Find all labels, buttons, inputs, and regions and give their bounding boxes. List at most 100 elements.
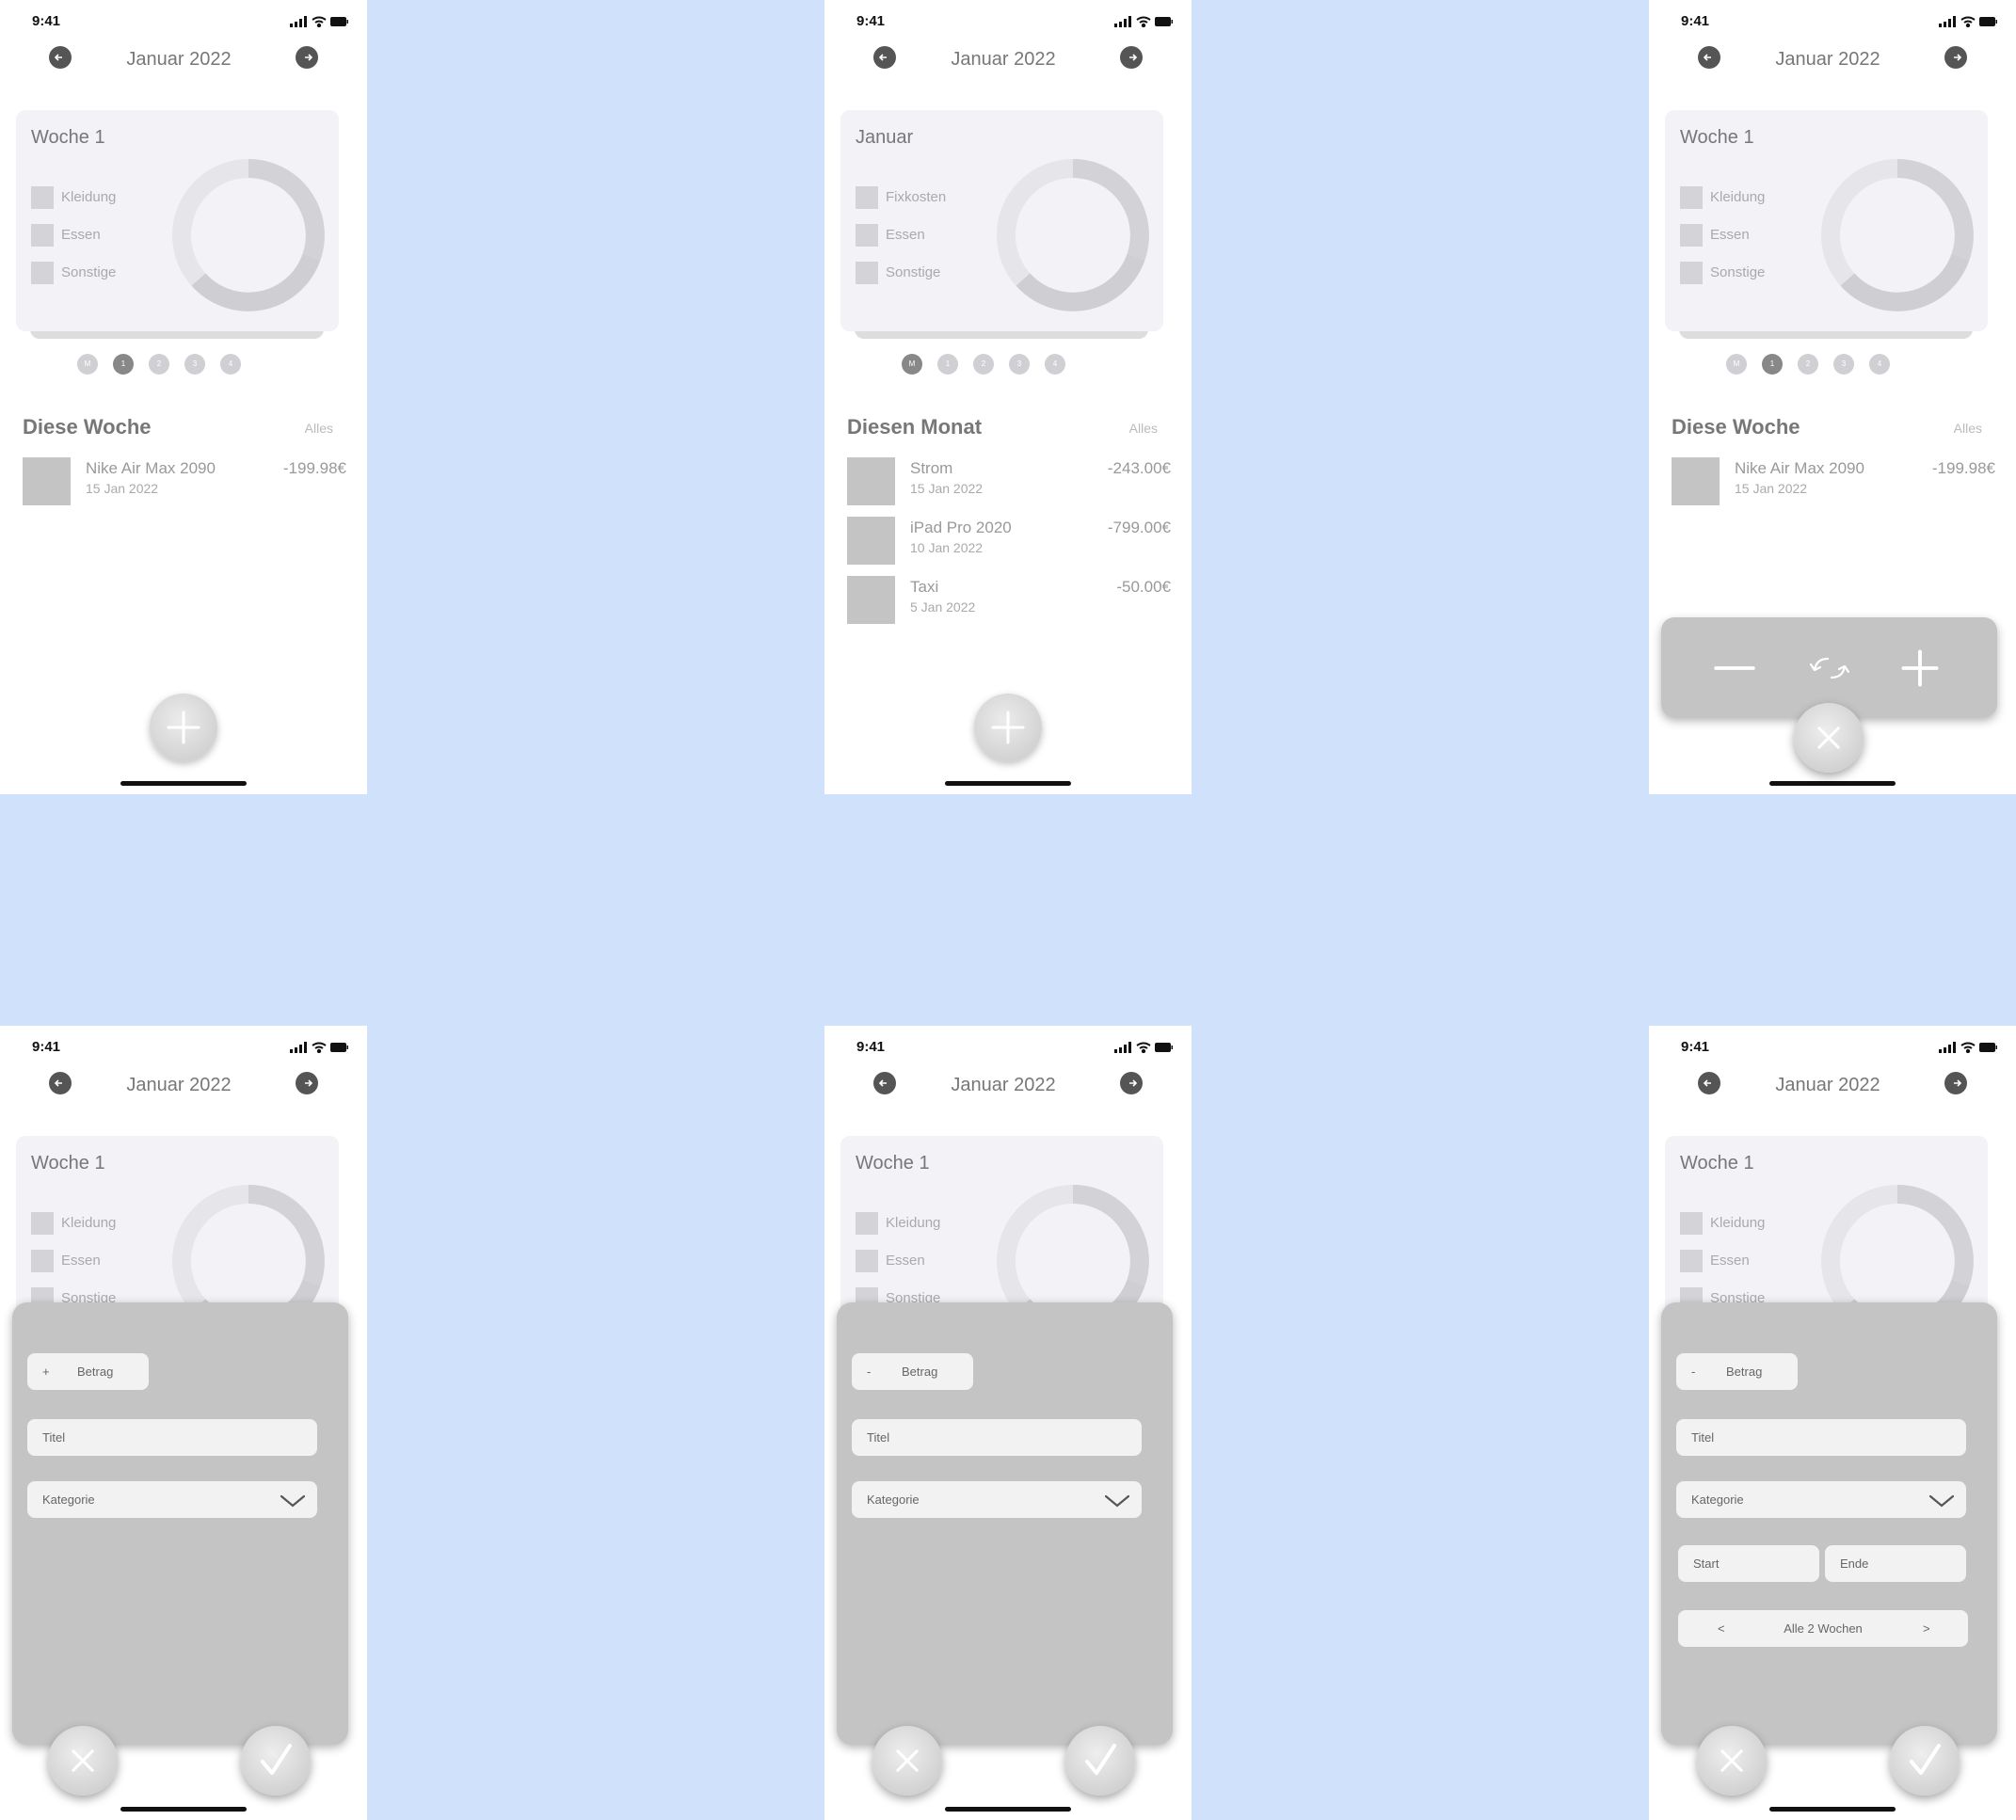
amount-sign: + xyxy=(42,1365,50,1379)
donut-segment xyxy=(1072,1185,1149,1286)
transaction-title: Nike Air Max 2090 xyxy=(1735,459,1864,477)
pager-dot-2[interactable]: 2 xyxy=(1798,354,1818,375)
legend-label: Sonstige xyxy=(1710,264,1766,280)
status-icons xyxy=(290,15,348,32)
legend-swatch xyxy=(31,186,54,209)
pager-dot-4[interactable]: 4 xyxy=(1045,354,1065,375)
next-month-button[interactable] xyxy=(1120,1072,1143,1094)
transaction-form-sheet: + Betrag Titel Kategorie xyxy=(12,1302,348,1745)
pager-dot-2[interactable]: 2 xyxy=(973,354,994,375)
summary-card[interactable]: Woche 1 Kleidung Essen Sonstige xyxy=(16,110,339,331)
next-month-button[interactable] xyxy=(296,1072,318,1094)
summary-card[interactable]: Januar Fixkosten Essen Sonstige xyxy=(840,110,1163,331)
signal-icon xyxy=(1114,16,1131,27)
close-menu-button[interactable] xyxy=(1794,703,1864,773)
donut-chart xyxy=(1821,159,1974,311)
pager-dot-3[interactable]: 3 xyxy=(1833,354,1854,375)
pager-dot-0[interactable]: M xyxy=(1726,354,1747,375)
amount-field[interactable]: - Betrag xyxy=(852,1353,973,1390)
interval-next-button[interactable]: > xyxy=(1923,1621,1930,1636)
signal-icon xyxy=(1939,16,1956,27)
summary-card[interactable]: Woche 1 Kleidung Essen Sonstige xyxy=(1665,110,1988,331)
legend-item: Essen xyxy=(1680,224,1821,247)
status-time: 9:41 xyxy=(1681,13,1710,29)
end-date-field[interactable]: Ende xyxy=(1825,1545,1966,1582)
home-indicator xyxy=(120,1807,247,1812)
category-select[interactable]: Kategorie xyxy=(27,1481,317,1518)
transaction-row[interactable]: Nike Air Max 2090 15 Jan 2022 -199.98€ xyxy=(23,457,346,506)
legend-swatch xyxy=(31,1250,54,1272)
legend-swatch xyxy=(31,224,54,247)
confirm-button[interactable] xyxy=(241,1726,311,1796)
cancel-button[interactable] xyxy=(872,1726,942,1796)
status-time: 9:41 xyxy=(1681,1039,1710,1055)
wifi-icon xyxy=(312,1042,327,1054)
chevron-down-icon[interactable] xyxy=(280,1494,306,1510)
category-select[interactable]: Kategorie xyxy=(1676,1481,1966,1518)
start-date-field[interactable]: Start xyxy=(1678,1545,1819,1582)
legend-label: Essen xyxy=(1710,227,1750,243)
add-transaction-button[interactable] xyxy=(150,694,217,761)
title-placeholder: Titel xyxy=(867,1430,890,1445)
legend-swatch xyxy=(31,1212,54,1235)
chevron-down-icon[interactable] xyxy=(1104,1494,1130,1510)
next-month-button[interactable] xyxy=(1944,1072,1967,1094)
show-all-link[interactable]: Alles xyxy=(1954,421,1982,436)
confirm-button[interactable] xyxy=(1065,1726,1135,1796)
pager-dot-1[interactable]: 1 xyxy=(1762,354,1783,375)
next-month-button[interactable] xyxy=(296,46,318,69)
recurring-arrows-icon xyxy=(1809,657,1850,679)
title-field[interactable]: Titel xyxy=(1676,1419,1966,1456)
transaction-amount: -243.00€ xyxy=(1107,459,1171,477)
wifi-icon xyxy=(1960,1042,1976,1054)
pager-dot-4[interactable]: 4 xyxy=(220,354,241,375)
add-recurring-button[interactable] xyxy=(1807,647,1852,689)
transaction-row[interactable]: Taxi 5 Jan 2022 -50.00€ xyxy=(847,576,1171,625)
confirm-button[interactable] xyxy=(1890,1726,1960,1796)
amount-field[interactable]: + Betrag xyxy=(27,1353,149,1390)
pager-dot-1[interactable]: 1 xyxy=(937,354,958,375)
chevron-down-icon[interactable] xyxy=(1928,1494,1955,1510)
transaction-row[interactable]: Strom 15 Jan 2022 -243.00€ xyxy=(847,457,1171,506)
next-month-button[interactable] xyxy=(1944,46,1967,69)
legend-item: Essen xyxy=(31,224,172,247)
signal-icon xyxy=(1939,1042,1956,1053)
amount-field[interactable]: - Betrag xyxy=(1676,1353,1798,1390)
legend-swatch xyxy=(31,262,54,284)
pager-dot-3[interactable]: 3 xyxy=(184,354,205,375)
pager-dot-3[interactable]: 3 xyxy=(1009,354,1030,375)
title-field[interactable]: Titel xyxy=(852,1419,1142,1456)
add-transaction-button[interactable] xyxy=(974,694,1042,761)
category-select[interactable]: Kategorie xyxy=(852,1481,1142,1518)
show-all-link[interactable]: Alles xyxy=(305,421,333,436)
transaction-row[interactable]: iPad Pro 2020 10 Jan 2022 -799.00€ xyxy=(847,517,1171,566)
pager-dot-4[interactable]: 4 xyxy=(1869,354,1890,375)
transaction-date: 5 Jan 2022 xyxy=(910,599,976,615)
status-icons xyxy=(1114,1041,1173,1058)
add-expense-button[interactable] xyxy=(1714,647,1755,689)
legend-label: Sonstige xyxy=(886,264,941,280)
chevron-down-icon xyxy=(1104,1494,1130,1508)
end-placeholder: Ende xyxy=(1840,1557,1869,1571)
legend-label: Kleidung xyxy=(61,1215,117,1231)
transaction-row[interactable]: Nike Air Max 2090 15 Jan 2022 -199.98€ xyxy=(1672,457,1995,506)
cancel-button[interactable] xyxy=(48,1726,118,1796)
category-placeholder: Kategorie xyxy=(867,1493,920,1507)
add-income-button[interactable] xyxy=(1899,647,1941,689)
legend-item: Sonstige xyxy=(31,262,172,284)
next-month-button[interactable] xyxy=(1120,46,1143,69)
amount-sign: - xyxy=(867,1365,872,1379)
transaction-thumbnail xyxy=(847,517,895,565)
cancel-button[interactable] xyxy=(1697,1726,1767,1796)
transaction-amount: -799.00€ xyxy=(1107,519,1171,536)
show-all-link[interactable]: Alles xyxy=(1129,421,1158,436)
title-field[interactable]: Titel xyxy=(27,1419,317,1456)
status-icons xyxy=(1939,15,1997,32)
legend-label: Essen xyxy=(61,1253,101,1269)
pager-dot-2[interactable]: 2 xyxy=(149,354,169,375)
pager-dot-1[interactable]: 1 xyxy=(113,354,134,375)
legend-item: Sonstige xyxy=(1680,262,1821,284)
legend-item: Kleidung xyxy=(31,1212,172,1235)
pager-dot-0[interactable]: M xyxy=(902,354,922,375)
pager-dot-0[interactable]: M xyxy=(77,354,98,375)
